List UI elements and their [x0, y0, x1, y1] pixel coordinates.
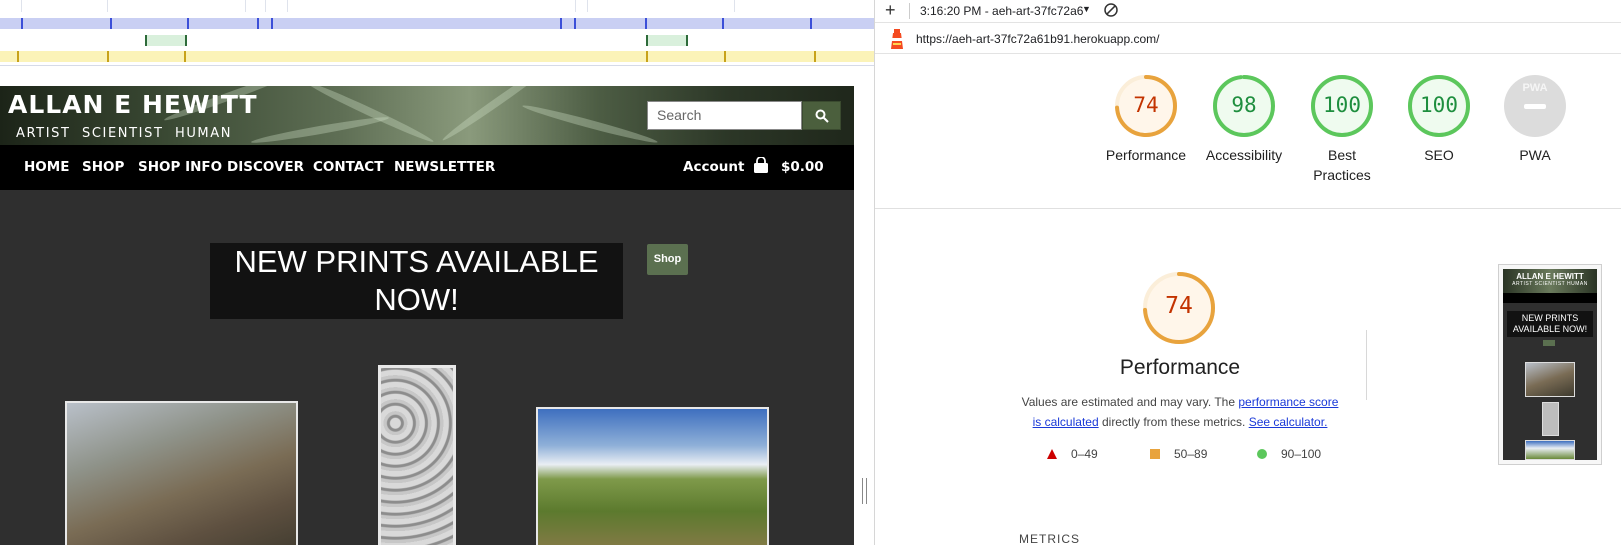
thumbnail-title: ALLAN E HEWITT [1516, 272, 1584, 281]
thumbnail-artwork [1525, 362, 1575, 397]
shop-button[interactable]: Shop [647, 244, 688, 275]
section-divider [875, 208, 1621, 209]
timeline-gridline [265, 0, 266, 12]
gauge-label: SEO [1424, 147, 1454, 163]
timeline-gridline [245, 0, 246, 12]
lighthouse-toolbar: + 3:16:20 PM - aeh-art-37fc72a6 ▼ [875, 0, 1621, 23]
thumbnail-artwork [1525, 440, 1575, 460]
thumbnail-nav [1503, 293, 1597, 303]
gauge-score: 100 [1323, 93, 1361, 117]
gauge-performance[interactable]: 74 Performance [1101, 73, 1191, 165]
gauge-pwa[interactable]: PWA PWA [1490, 73, 1580, 165]
artwork-valley-image[interactable] [536, 407, 769, 545]
legend-range: 50–89 [1174, 447, 1208, 461]
gauge-score: 74 [1133, 93, 1159, 117]
timeline-frame-block [646, 35, 688, 46]
vertical-divider [1366, 330, 1367, 400]
block-icon[interactable] [1103, 2, 1119, 21]
timeline-gridline [734, 0, 735, 12]
nav-newsletter[interactable]: NEWSLETTER [394, 159, 495, 175]
toolbar-divider [909, 3, 910, 19]
legend-fail: 0–49 [1047, 447, 1098, 461]
timeline-gridline [587, 0, 588, 12]
triangle-icon [1047, 449, 1057, 459]
report-selector[interactable]: 3:16:20 PM - aeh-art-37fc72a6 [920, 4, 1083, 18]
lighthouse-icon [887, 27, 907, 56]
timeline-frame-block [145, 35, 187, 46]
final-screenshot-thumbnail[interactable]: ALLAN E HEWITT ARTIST SCIENTIST HUMAN NE… [1498, 264, 1602, 465]
panel-resize-handle[interactable] [862, 478, 867, 504]
performance-score-large: 74 [1165, 293, 1193, 319]
timeline-main-track [0, 51, 874, 62]
site-header: ALLAN E HEWITT ARTIST SCIENTIST HUMAN Se… [0, 86, 854, 145]
artwork-landscape-image[interactable] [65, 401, 298, 545]
account-link[interactable]: Account [683, 159, 744, 175]
performance-description: Values are estimated and may vary. The p… [1020, 392, 1340, 432]
gauge-label: PWA [1519, 147, 1551, 163]
thumbnail-artwork [1542, 402, 1559, 436]
url-bar: https://aeh-art-37fc72a61b91.herokuapp.c… [875, 24, 1621, 54]
legend-range: 0–49 [1071, 447, 1098, 461]
performance-title: Performance [1119, 356, 1241, 379]
artwork-pebbles-image[interactable] [378, 365, 456, 545]
legend-average: 50–89 [1150, 447, 1207, 461]
pwa-badge-text: PWA [1522, 82, 1548, 94]
gauge-score: 100 [1420, 93, 1458, 117]
cart-total[interactable]: $0.00 [781, 159, 824, 175]
search-button[interactable] [802, 101, 841, 130]
legend-range: 90–100 [1281, 447, 1322, 461]
square-icon [1150, 449, 1160, 459]
hero-banner: NEW PRINTS AVAILABLE NOW! [210, 243, 623, 319]
timeline-network-track [0, 18, 874, 29]
gauge-seo[interactable]: 100 SEO [1394, 73, 1484, 165]
lighthouse-panel: + 3:16:20 PM - aeh-art-37fc72a6 ▼ https:… [874, 0, 1621, 545]
website-preview: ALLAN E HEWITT ARTIST SCIENTIST HUMAN Se… [0, 86, 854, 545]
timeline-gridline [21, 0, 22, 12]
gauge-score: 98 [1231, 93, 1257, 117]
performance-timeline [0, 0, 874, 66]
site-title[interactable]: ALLAN E HEWITT [8, 90, 258, 119]
caret-down-icon[interactable]: ▼ [1082, 4, 1091, 14]
search-input[interactable]: Search [647, 101, 802, 130]
legend-pass: 90–100 [1257, 447, 1321, 461]
metrics-heading: METRICS [1019, 532, 1080, 545]
timeline-gridline [107, 0, 108, 12]
nav-home[interactable]: HOME [24, 159, 69, 175]
page-under-test-area: ALLAN E HEWITT ARTIST SCIENTIST HUMAN Se… [0, 0, 874, 545]
nav-shop[interactable]: SHOP [82, 159, 124, 175]
gauge-label: Performance [1105, 147, 1187, 163]
site-tagline: ARTIST SCIENTIST HUMAN [16, 126, 233, 141]
timeline-gridline [575, 0, 576, 12]
gauge-best-practices[interactable]: 100 Best Practices [1297, 73, 1387, 185]
thumbnail-hero: NEW PRINTS AVAILABLE NOW! [1507, 311, 1593, 337]
circle-icon [1257, 449, 1267, 459]
plus-icon[interactable]: + [885, 1, 896, 19]
description-text: directly from these metrics. [1098, 415, 1249, 429]
gauge-label: Best Practices [1313, 147, 1371, 183]
timeline-gridline [287, 0, 288, 12]
gauge-accessibility[interactable]: 98 Accessibility [1199, 73, 1289, 165]
nav-shop-info[interactable]: SHOP INFO [138, 159, 222, 175]
cart-icon[interactable] [753, 156, 769, 178]
thumbnail-header: ALLAN E HEWITT ARTIST SCIENTIST HUMAN [1503, 269, 1597, 293]
thumbnail-shop-button [1543, 340, 1555, 346]
gauge-label: Accessibility [1205, 147, 1283, 163]
description-text: Values are estimated and may vary. The [1021, 395, 1239, 409]
site-nav: HOME SHOP SHOP INFO DISCOVER CONTACT NEW… [0, 145, 854, 190]
nav-contact[interactable]: CONTACT [313, 159, 383, 175]
audited-url: https://aeh-art-37fc72a61b91.herokuapp.c… [916, 32, 1160, 46]
search-icon [815, 109, 829, 123]
nav-discover[interactable]: DISCOVER [227, 159, 304, 175]
see-calculator-link[interactable]: See calculator. [1249, 415, 1328, 429]
thumbnail-subtitle: ARTIST SCIENTIST HUMAN [1512, 281, 1588, 287]
